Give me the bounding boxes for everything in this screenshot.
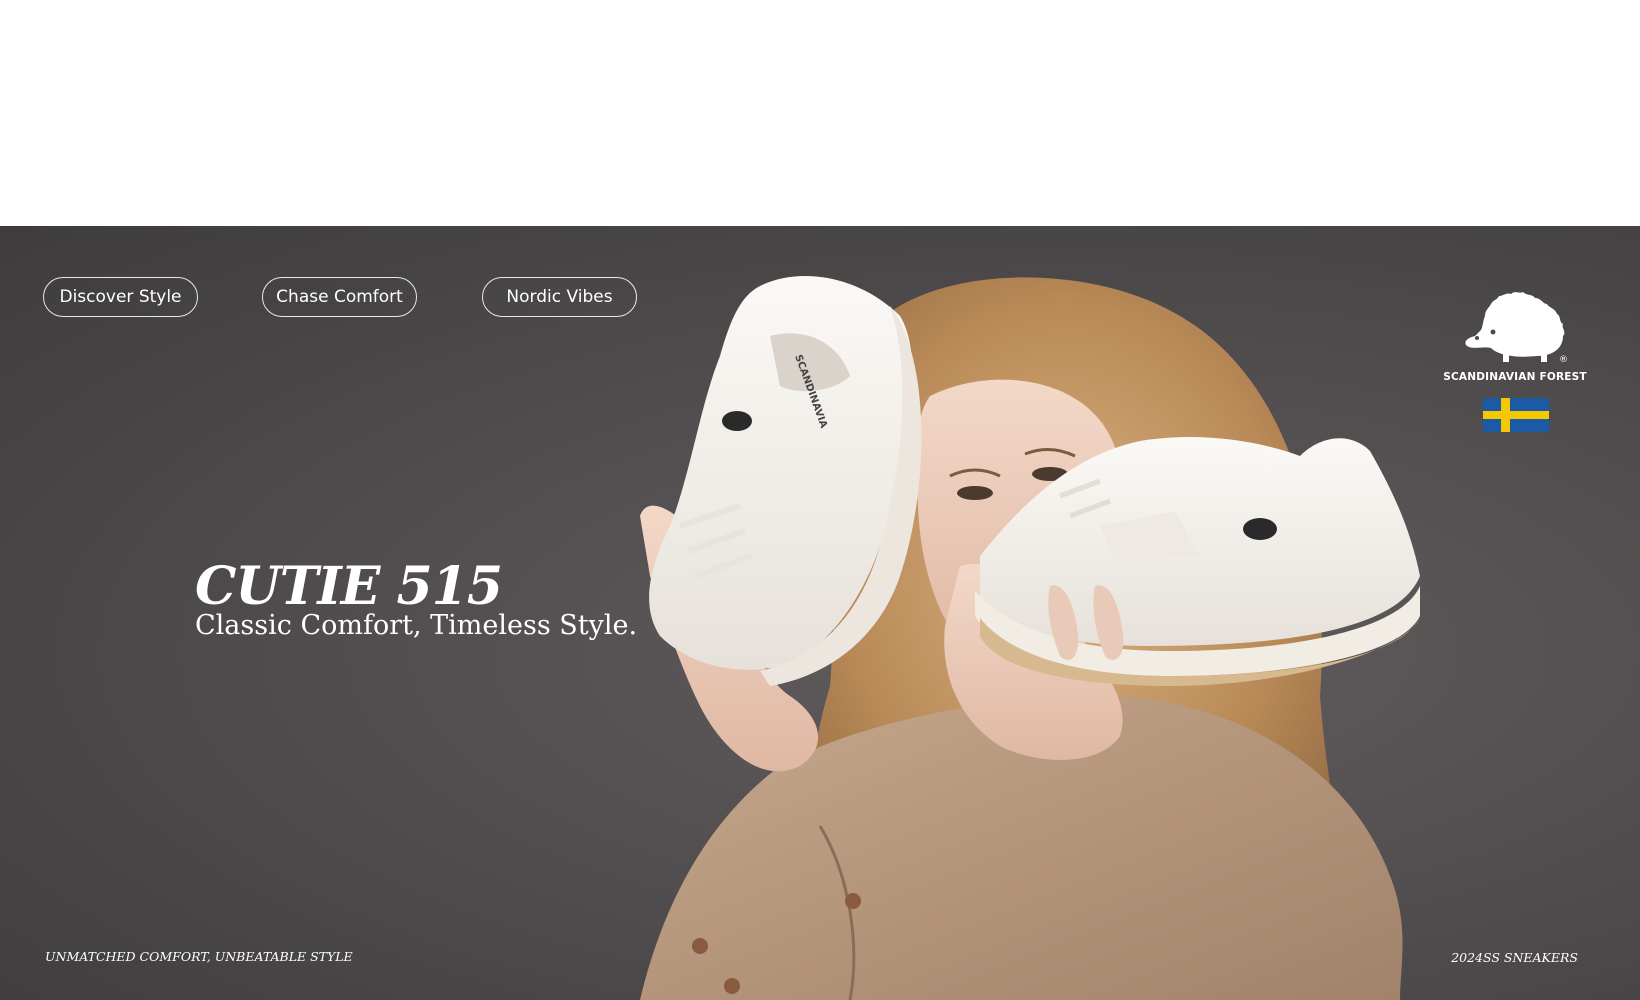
coat-button — [845, 893, 861, 909]
coat-button — [692, 938, 708, 954]
hero-headline: CUTIE 515 — [195, 556, 503, 617]
coat-button — [724, 978, 740, 994]
nordic-vibes-button[interactable]: Nordic Vibes — [482, 277, 637, 317]
hero-footer-slogan: UNMATCHED COMFORT, UNBEATABLE STYLE — [45, 949, 353, 964]
top-blank-area — [0, 0, 1640, 226]
svg-text:®: ® — [1559, 355, 1567, 364]
brand-logo[interactable]: ® SCANDINAVIAN FOREST — [1440, 286, 1590, 383]
chase-comfort-button[interactable]: Chase Comfort — [262, 277, 417, 317]
hero-footer-season: 2024SS SNEAKERS — [1451, 950, 1578, 965]
brand-name: SCANDINAVIAN FOREST — [1443, 371, 1587, 383]
sweden-flag-icon — [1483, 398, 1549, 432]
hedgehog-icon: ® — [1465, 292, 1568, 365]
discover-style-button[interactable]: Discover Style — [43, 277, 198, 317]
hero-banner: SCANDINAVIA Discover Style Chase Comfort… — [0, 226, 1640, 1000]
eye — [957, 486, 993, 500]
hero-tagline: Classic Comfort, Timeless Style. — [195, 610, 638, 641]
